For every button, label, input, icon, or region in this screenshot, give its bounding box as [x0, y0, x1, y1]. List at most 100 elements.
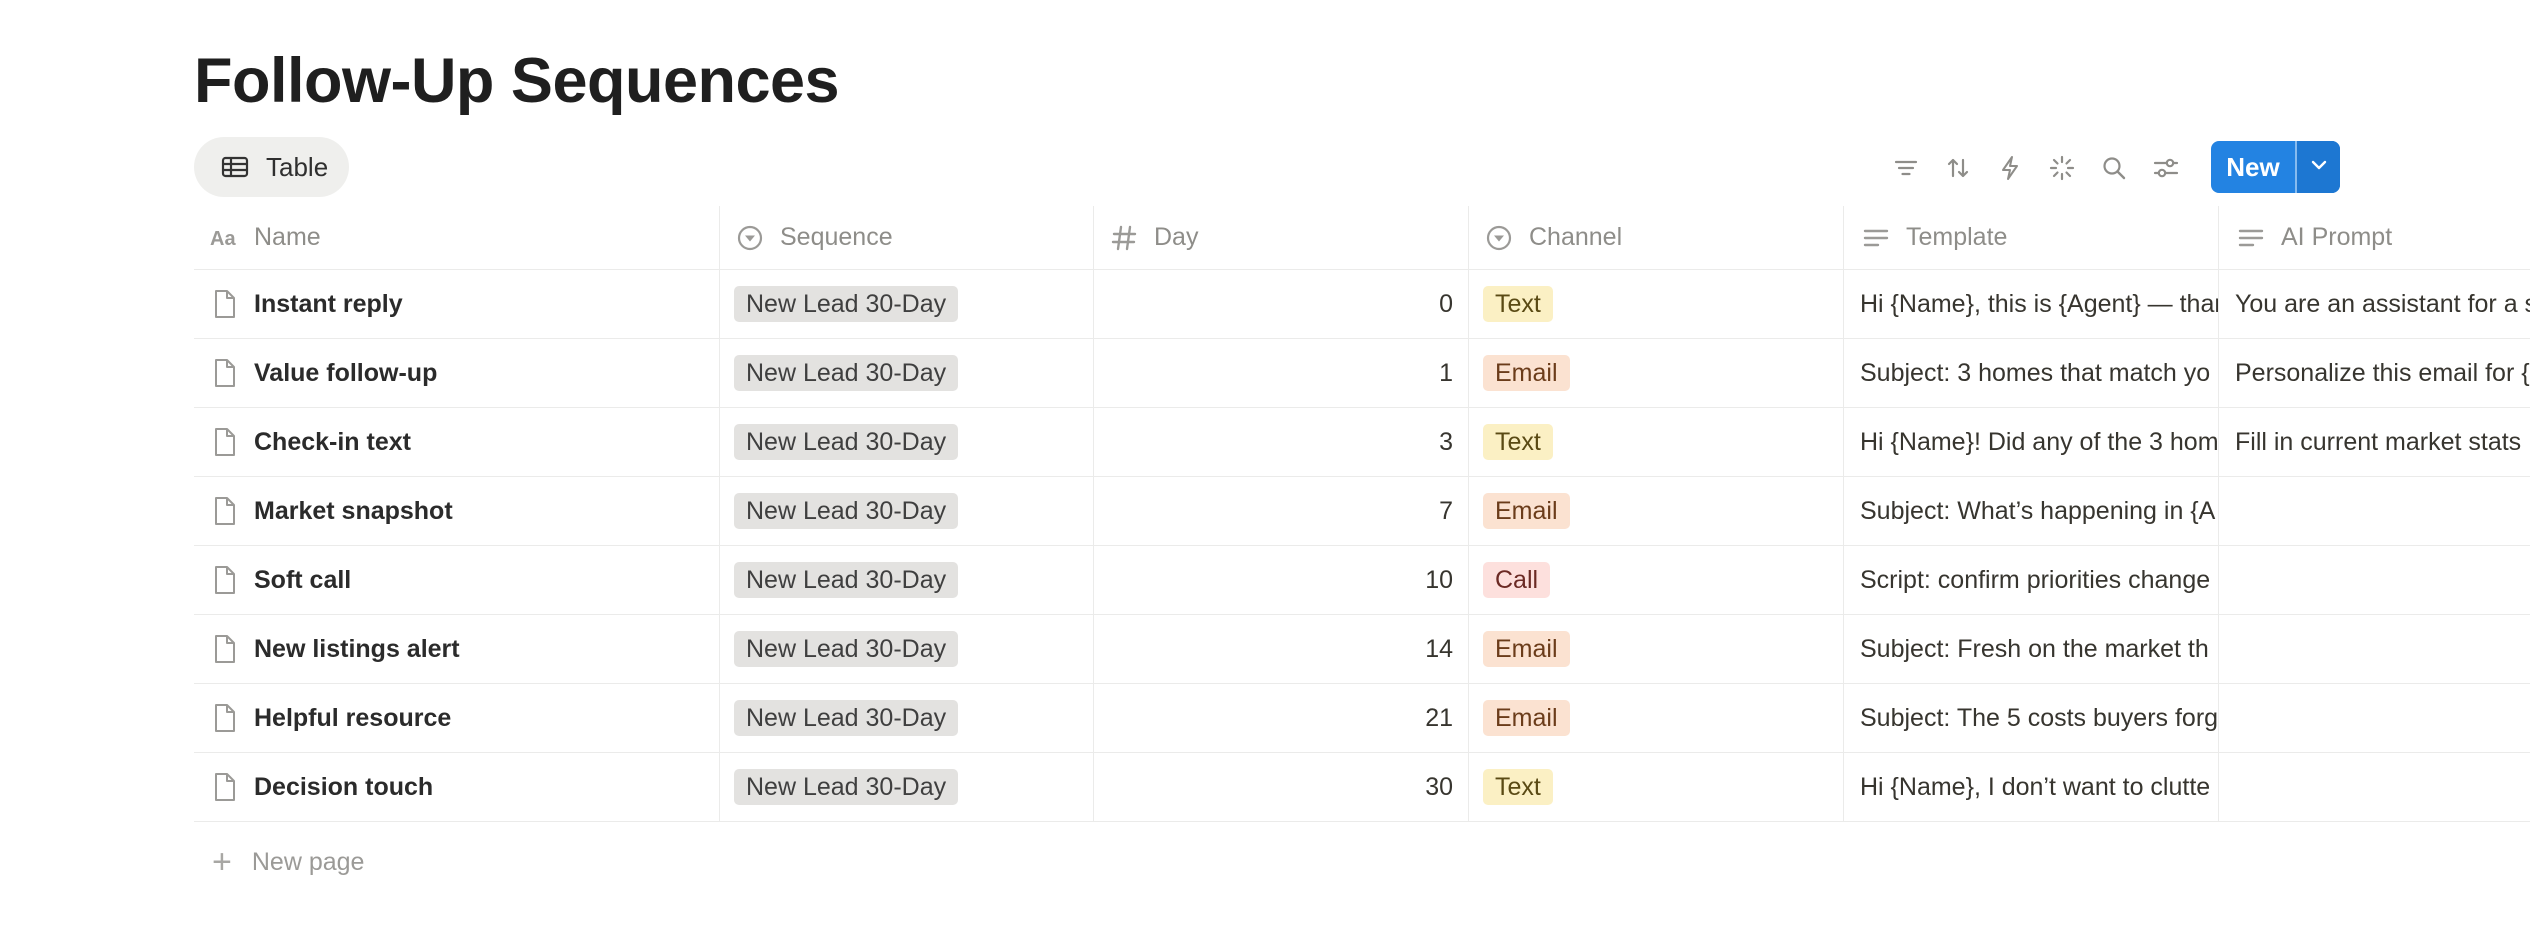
sequence-cell[interactable]: New Lead 30-Day [720, 684, 1094, 752]
ai-prompt-cell[interactable] [2219, 753, 2530, 821]
ai-prompt-cell[interactable]: You are an assistant for a s [2219, 270, 2530, 338]
row-name[interactable]: New listings alert [254, 635, 460, 664]
row-name[interactable]: Value follow-up [254, 359, 437, 388]
day-cell[interactable]: 3 [1094, 408, 1469, 476]
name-cell[interactable]: Helpful resource [194, 684, 720, 752]
day-cell[interactable]: 14 [1094, 615, 1469, 683]
column-header-ai-prompt[interactable]: AI Prompt [2219, 206, 2530, 269]
template-cell[interactable]: Script: confirm priorities change [1844, 546, 2219, 614]
name-cell[interactable]: Check-in text [194, 408, 720, 476]
ai-prompt-cell[interactable] [2219, 546, 2530, 614]
table-row[interactable]: Market snapshot New Lead 30-Day 7 Email Subj… [194, 477, 2530, 546]
new-page-label: New page [251, 847, 365, 876]
ai-prompt-cell[interactable]: Fill in current market stats [2219, 408, 2530, 476]
name-cell[interactable]: New listings alert [194, 615, 720, 683]
day-cell[interactable]: 7 [1094, 477, 1469, 545]
channel-tag: Call [1483, 562, 1551, 598]
channel-cell[interactable]: Email [1469, 339, 1844, 407]
name-cell[interactable]: Market snapshot [194, 477, 720, 545]
template-text: Script: confirm priorities change [1860, 565, 2211, 594]
channel-cell[interactable]: Email [1469, 477, 1844, 545]
day-cell[interactable]: 1 [1094, 339, 1469, 407]
row-name[interactable]: Market snapshot [254, 497, 453, 526]
new-dropdown-button[interactable] [2297, 141, 2340, 193]
name-cell[interactable]: Value follow-up [194, 339, 720, 407]
ai-prompt-cell[interactable] [2219, 684, 2530, 752]
sequence-cell[interactable]: New Lead 30-Day [720, 546, 1094, 614]
table-row[interactable]: Soft call New Lead 30-Day 10 Call Script: co… [194, 546, 2530, 615]
page-icon [208, 771, 240, 803]
row-name[interactable]: Check-in text [254, 428, 411, 457]
ai-prompt-cell[interactable] [2219, 477, 2530, 545]
table-header-row: Aa Name Sequence Day Channel Template AI… [194, 206, 2530, 270]
channel-cell[interactable]: Text [1469, 270, 1844, 338]
row-name[interactable]: Instant reply [254, 290, 403, 319]
lightning-icon[interactable] [1984, 142, 2036, 194]
template-cell[interactable]: Hi {Name}, I don’t want to clutte [1844, 753, 2219, 821]
template-cell[interactable]: Subject: 3 homes that match yo [1844, 339, 2219, 407]
sequence-cell[interactable]: New Lead 30-Day [720, 270, 1094, 338]
new-button[interactable]: New [2211, 141, 2340, 193]
template-cell[interactable]: Hi {Name}, this is {Agent} — thanks for … [1844, 270, 2219, 338]
filter-icon[interactable] [1880, 142, 1932, 194]
channel-tag: Email [1483, 355, 1570, 391]
column-header-channel[interactable]: Channel [1469, 206, 1844, 269]
page-icon [208, 564, 240, 596]
table-row[interactable]: Decision touch New Lead 30-Day 30 Text Hi {N… [194, 753, 2530, 822]
column-header-template[interactable]: Template [1844, 206, 2219, 269]
day-cell[interactable]: 30 [1094, 753, 1469, 821]
tab-table-view[interactable]: Table [194, 137, 349, 197]
page-title: Follow-Up Sequences [194, 46, 840, 116]
day-cell[interactable]: 0 [1094, 270, 1469, 338]
channel-cell[interactable]: Text [1469, 408, 1844, 476]
table-row[interactable]: New listings alert New Lead 30-Day 14 Email… [194, 615, 2530, 684]
channel-tag: Email [1483, 700, 1570, 736]
new-button-label[interactable]: New [2211, 141, 2295, 193]
channel-cell[interactable]: Text [1469, 753, 1844, 821]
day-value: 1 [1439, 358, 1453, 387]
sequence-cell[interactable]: New Lead 30-Day [720, 753, 1094, 821]
ai-prompt-cell[interactable]: Personalize this email for { [2219, 339, 2530, 407]
settings-sliders-icon[interactable] [2140, 142, 2192, 194]
sequence-cell[interactable]: New Lead 30-Day [720, 615, 1094, 683]
sort-icon[interactable] [1932, 142, 1984, 194]
text-lines-icon [2235, 222, 2267, 254]
column-header-label: Day [1154, 223, 1199, 251]
template-cell[interactable]: Hi {Name}! Did any of the 3 hom [1844, 408, 2219, 476]
column-header-name[interactable]: Aa Name [194, 206, 720, 269]
day-cell[interactable]: 10 [1094, 546, 1469, 614]
ai-prompt-cell[interactable] [2219, 615, 2530, 683]
page-icon [208, 288, 240, 320]
row-name[interactable]: Decision touch [254, 773, 433, 802]
table-row[interactable]: Instant reply New Lead 30-Day 0 Text Hi {Nam… [194, 270, 2530, 339]
ai-prompt-text: Personalize this email for { [2235, 358, 2530, 387]
template-cell[interactable]: Subject: The 5 costs buyers forg [1844, 684, 2219, 752]
channel-cell[interactable]: Call [1469, 546, 1844, 614]
table-row[interactable]: Check-in text New Lead 30-Day 3 Text Hi {Nam… [194, 408, 2530, 477]
sequence-cell[interactable]: New Lead 30-Day [720, 408, 1094, 476]
row-name[interactable]: Soft call [254, 566, 351, 595]
name-cell[interactable]: Soft call [194, 546, 720, 614]
template-cell[interactable]: Subject: Fresh on the market th [1844, 615, 2219, 683]
name-cell[interactable]: Decision touch [194, 753, 720, 821]
column-header-label: Channel [1529, 223, 1623, 251]
sparkle-icon[interactable] [2036, 142, 2088, 194]
channel-cell[interactable]: Email [1469, 615, 1844, 683]
name-cell[interactable]: Instant reply [194, 270, 720, 338]
column-header-day[interactable]: Day [1094, 206, 1469, 269]
template-text: Subject: 3 homes that match yo [1860, 358, 2211, 387]
search-icon[interactable] [2088, 142, 2140, 194]
table-row[interactable]: Value follow-up New Lead 30-Day 1 Email Subj… [194, 339, 2530, 408]
day-cell[interactable]: 21 [1094, 684, 1469, 752]
row-name[interactable]: Helpful resource [254, 704, 451, 733]
template-cell[interactable]: Subject: What’s happening in {A [1844, 477, 2219, 545]
sequence-cell[interactable]: New Lead 30-Day [720, 477, 1094, 545]
new-page-button[interactable]: + New page [194, 834, 364, 890]
column-header-sequence[interactable]: Sequence [720, 206, 1094, 269]
table-row[interactable]: Helpful resource New Lead 30-Day 21 Email Su… [194, 684, 2530, 753]
svg-text:Aa: Aa [210, 228, 236, 250]
sequence-cell[interactable]: New Lead 30-Day [720, 339, 1094, 407]
channel-tag: Email [1483, 631, 1570, 667]
channel-tag: Email [1483, 493, 1570, 529]
channel-cell[interactable]: Email [1469, 684, 1844, 752]
